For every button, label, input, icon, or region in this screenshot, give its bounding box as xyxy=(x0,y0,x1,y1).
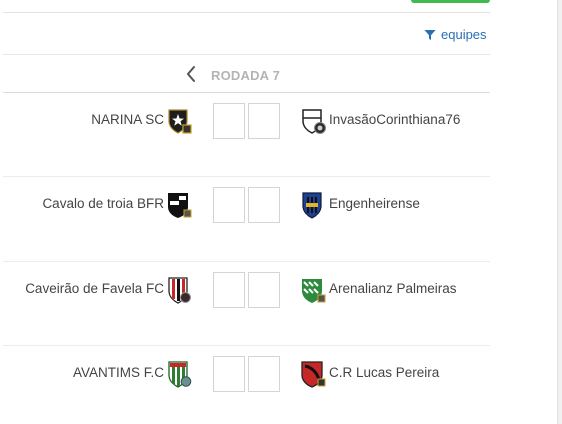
home-team-shield-icon xyxy=(168,193,192,218)
divider xyxy=(3,176,490,177)
divider xyxy=(3,261,490,262)
home-team-shield-icon xyxy=(168,361,192,388)
away-team-shield-icon xyxy=(302,279,326,303)
away-score-input[interactable] xyxy=(248,356,280,392)
match-row: NARINA SC InvasãoCorinthiana76 xyxy=(0,103,490,187)
filter-icon xyxy=(424,29,436,40)
home-team-name: Cavalo de troia BFR xyxy=(42,196,164,211)
away-team-shield-icon xyxy=(302,192,322,219)
home-score-input[interactable] xyxy=(213,187,245,223)
away-team-shield-icon xyxy=(301,361,326,388)
filter-label: equipes xyxy=(441,27,487,42)
home-team-shield-icon xyxy=(168,277,191,304)
divider xyxy=(3,12,490,13)
away-score-input[interactable] xyxy=(248,272,280,308)
home-score-input[interactable] xyxy=(213,272,245,308)
home-score-input[interactable] xyxy=(213,356,245,392)
home-score-input[interactable] xyxy=(213,103,245,139)
scrollbar[interactable] xyxy=(557,0,562,424)
filter-teams-button[interactable]: equipes xyxy=(424,27,487,42)
round-label: RODADA 7 xyxy=(211,68,281,83)
chevron-left-icon[interactable] xyxy=(184,64,198,84)
away-team-name: C.R Lucas Pereira xyxy=(329,365,440,380)
match-row: AVANTIMS F.C C.R Lucas Pereira xyxy=(0,356,490,424)
away-team-name: Engenheirense xyxy=(329,196,420,211)
home-team-name: Caveirão de Favela FC xyxy=(25,281,164,296)
divider xyxy=(3,345,490,346)
match-row: Cavalo de troia BFR Engenheirense xyxy=(0,187,490,271)
home-team-name: AVANTIMS F.C xyxy=(72,365,164,380)
away-team-name: InvasãoCorinthiana76 xyxy=(329,112,461,127)
away-team-shield-icon xyxy=(302,109,326,134)
round-navigation: RODADA 7 xyxy=(0,62,490,88)
away-score-input[interactable] xyxy=(248,103,280,139)
home-team-name: NARINA SC xyxy=(91,112,164,127)
divider xyxy=(3,92,490,93)
divider xyxy=(3,54,490,55)
away-team-name: Arenalianz Palmeiras xyxy=(329,281,457,296)
away-score-input[interactable] xyxy=(248,187,280,223)
home-team-shield-icon xyxy=(168,109,192,134)
status-badge xyxy=(411,0,490,3)
match-row: Caveirão de Favela FC Arenalianz Palmeir… xyxy=(0,272,490,356)
